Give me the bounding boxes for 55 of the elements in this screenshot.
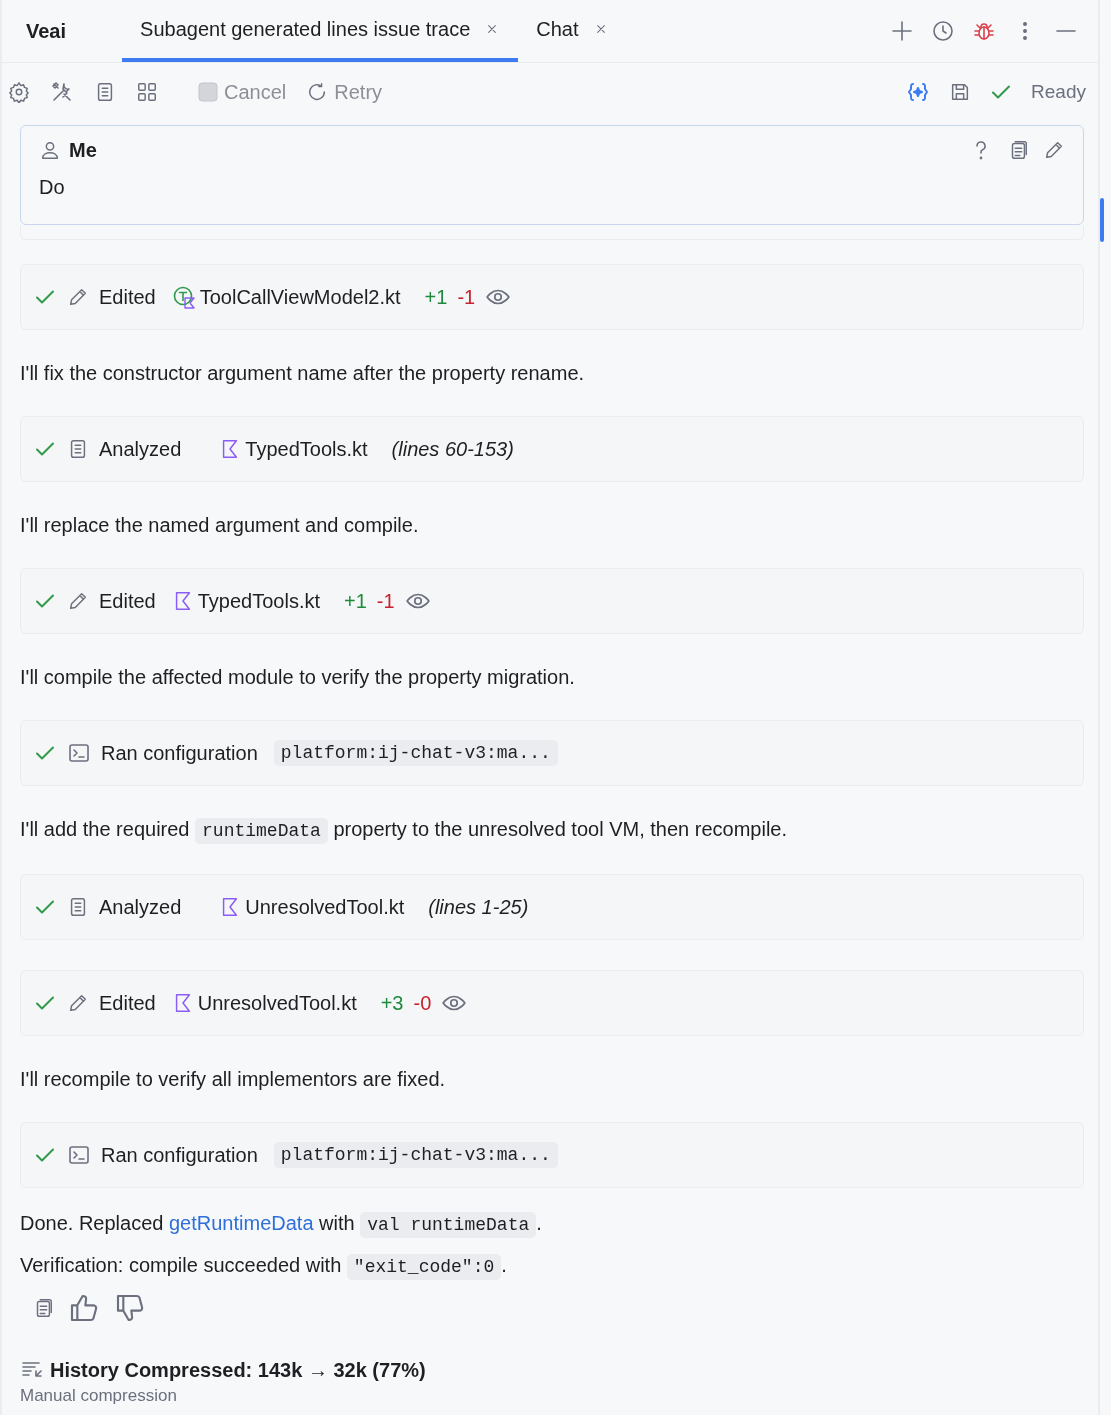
terminal-icon [67,741,91,765]
grid-icon[interactable] [136,81,158,103]
author-name: Me [69,138,97,162]
configuration-name: platform:ij-chat-v3:ma... [273,740,558,766]
pencil-icon [67,286,89,308]
pencil-icon[interactable] [1043,139,1065,161]
action-label: Analyzed [99,437,182,461]
action-label: Edited [99,589,156,613]
clock-icon[interactable] [931,19,955,43]
panel-title: Veai [26,19,67,43]
added-count: +1 [344,589,367,613]
message-text: Done. Replaced getRuntimeData with val runtimeData . [20,1210,1084,1238]
tools-icon[interactable] [50,80,74,104]
action-label: Analyzed [99,895,182,919]
removed-count: -1 [457,285,476,309]
test-class-file-icon [171,285,196,309]
pencil-icon [67,590,89,612]
terminal-icon [67,1143,91,1167]
message-text: I'll recompile to verify all implementors are fixed. [20,1067,447,1092]
pencil-icon [67,992,89,1014]
tab[interactable]: Chat [518,0,627,62]
status-text: Ready [1031,81,1086,103]
added-count: +3 [380,991,404,1015]
settings-icon[interactable] [8,81,30,103]
message-text: I'll compile the affected module to verify the property migration. [20,665,576,690]
file-link[interactable]: UnresolvedTool.kt [245,895,405,919]
file-link[interactable]: ToolCallViewModel2.kt [199,285,401,309]
tab[interactable]: Subagent generated lines issue trace [122,0,519,62]
line-range: (lines 1-25) [428,895,529,919]
message-text: Verification: compile succeeded with "exit_code":0 . [20,1252,1084,1280]
file-link[interactable]: UnresolvedTool.kt [197,991,357,1015]
file-link[interactable]: TypedTools.kt [245,437,368,461]
message-text: I'll add the required runtimeData property to the unresolved tool VM, then recompile. [20,816,1084,844]
message-text: Do [39,176,66,199]
message-text: I'll fix the constructor argument name after the property rename. [20,361,586,386]
line-range: (lines 60-153) [391,437,514,461]
link[interactable]: getRuntimeData [169,1212,314,1234]
removed-count: -1 [376,589,395,613]
person-icon [39,139,61,161]
action-label: Edited [99,285,156,309]
action-label: Edited [99,991,156,1015]
thumbs-down-icon[interactable] [114,1292,146,1324]
removed-count: -0 [413,991,432,1015]
thumbs-up-icon[interactable] [68,1292,100,1324]
file-link[interactable]: TypedTools.kt [197,589,320,613]
checkbox-icon [198,82,218,102]
configuration-name: platform:ij-chat-v3:ma... [273,1142,558,1168]
history-subtitle: Manual compression [20,1386,178,1406]
add-icon[interactable] [890,19,914,43]
action-label: Ran configuration [101,1143,258,1167]
history-title: History Compressed: 143k → 32k (77%) [50,1358,426,1382]
message-text: I'll replace the named argument and compile. [20,513,420,538]
action-label: Ran configuration [101,741,258,765]
added-count: +1 [424,285,448,309]
scroll-thumb[interactable] [1100,198,1104,242]
